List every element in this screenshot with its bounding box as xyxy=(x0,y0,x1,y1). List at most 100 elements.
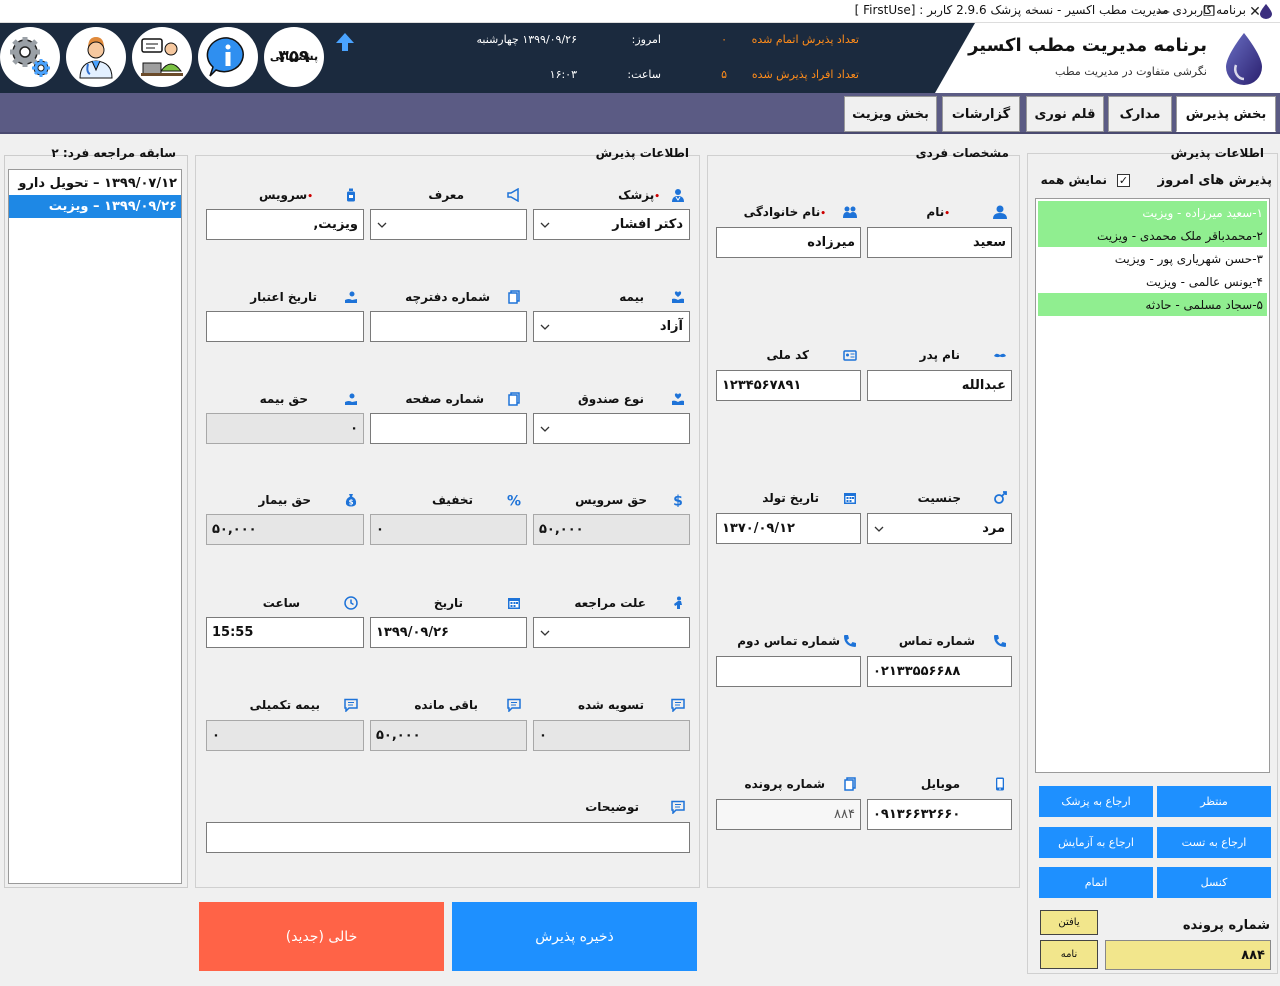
first-name-label: •نام xyxy=(926,205,950,219)
today-receptions-label: پذیرش های امروز xyxy=(1157,173,1272,188)
reception-list-item[interactable]: ۴-یونس عالمی - ویزیت xyxy=(1038,270,1267,293)
save-reception-button[interactable]: ذخیره پذیرش xyxy=(452,902,697,971)
last-name-field[interactable]: میرزاده xyxy=(716,227,861,258)
doctor-small-icon xyxy=(672,189,684,202)
phone2-label: شماره تماس دوم xyxy=(737,634,840,648)
date-field[interactable]: ۱۳۹۹/۰۹/۲۶ xyxy=(370,617,527,648)
doctor-profile-button[interactable] xyxy=(66,27,126,87)
mobile-label: موبایل xyxy=(920,777,960,791)
tab-reception[interactable]: بخش پذیرش xyxy=(1176,96,1276,132)
file-number-label: شماره پرونده xyxy=(744,777,825,791)
comment-icon xyxy=(671,698,685,712)
brand-area: برنامه مدیریت مطب اکسیر نگرشی متفاوت در … xyxy=(935,23,1280,93)
finish-reception-button[interactable]: اتمام xyxy=(1039,867,1153,898)
consultation-button[interactable] xyxy=(132,27,192,87)
discount-field: ۰ xyxy=(370,514,527,545)
fund-type-select[interactable] xyxy=(533,413,690,444)
info-icon xyxy=(206,37,244,77)
refer-to-doctor-button[interactable]: ارجاع به پزشک xyxy=(1039,786,1153,817)
show-all-checkbox[interactable]: ✓ xyxy=(1117,174,1130,187)
first-name-field[interactable]: سعید xyxy=(867,227,1012,258)
page-number-field[interactable] xyxy=(370,413,527,444)
insurance-label: بیمه xyxy=(619,290,644,304)
remaining-label: باقی مانده xyxy=(414,698,478,712)
time-value: ۱۶:۰۳ xyxy=(549,68,577,81)
service-field[interactable]: ویزیت, xyxy=(206,209,364,240)
father-name-field[interactable]: عبدالله xyxy=(867,370,1012,401)
national-id-field[interactable]: ۱۲۳۴۵۶۷۸۹۱ xyxy=(716,370,861,401)
tab-reports[interactable]: گزارشات xyxy=(942,96,1020,132)
phone-field[interactable]: ۰۲۱۳۳۵۵۶۶۸۸ xyxy=(867,656,1012,687)
user-hand-icon xyxy=(345,393,357,405)
tab-documents[interactable]: مدارک xyxy=(1108,96,1172,132)
history-list-item[interactable]: ۱۳۹۹/۰۷/۱۲ – تحویل دارو xyxy=(9,172,181,195)
insurance-share-label: حق بیمه xyxy=(259,392,308,406)
refer-to-lab-button[interactable]: ارجاع به آزمایش xyxy=(1039,827,1153,858)
find-button[interactable]: یافتن xyxy=(1040,910,1098,935)
validity-date-field[interactable] xyxy=(206,311,364,342)
file-number-search-label: شماره پرونده xyxy=(1182,918,1270,933)
clear-new-button[interactable]: خالی (جدید) xyxy=(199,902,444,971)
time-field[interactable]: 15:55 xyxy=(206,617,364,648)
letter-button[interactable]: نامه xyxy=(1040,940,1098,969)
time-field-label: ساعت xyxy=(262,596,300,610)
patient-share-field: ۵۰,۰۰۰ xyxy=(206,514,364,545)
visit-reason-select[interactable] xyxy=(533,617,690,648)
reception-list-item[interactable]: ۳-حسن شهریاری پور - ویزیت xyxy=(1038,247,1267,270)
notes-label: توضیحات xyxy=(585,800,639,814)
waiting-button[interactable]: منتظر xyxy=(1157,786,1271,817)
reception-list-item[interactable]: ۲-محمدباقر ملک محمدی - ویزیت xyxy=(1038,224,1267,247)
admitted-count-label: تعداد افراد پذیرش شده xyxy=(751,68,859,81)
admitted-count-value: ۵ xyxy=(721,68,727,81)
referrer-select[interactable] xyxy=(370,209,527,240)
gender-label: جنسیت xyxy=(917,491,961,505)
copy-icon xyxy=(508,392,520,406)
tab-light-pen[interactable]: قلم نوری xyxy=(1026,96,1104,132)
remaining-field: ۵۰,۰۰۰ xyxy=(370,720,527,751)
booklet-number-field[interactable] xyxy=(370,311,527,342)
admission-info-title: اطلاعات پذیرش xyxy=(595,146,689,160)
birth-date-field[interactable]: ۱۳۷۰/۰۹/۱۲ xyxy=(716,513,861,544)
info-button[interactable] xyxy=(198,27,258,87)
cancel-reception-button[interactable]: کنسل xyxy=(1157,867,1271,898)
history-list[interactable]: ۱۳۹۹/۰۷/۱۲ – تحویل دارو ۱۳۹۹/۰۹/۲۶ – ویزی… xyxy=(8,169,182,884)
father-name-label: نام پدر xyxy=(919,348,960,362)
service-fee-label: حق سرویس xyxy=(575,493,647,507)
notes-field[interactable] xyxy=(206,822,690,853)
reception-list-item[interactable]: ۵-سجاد مسلمی - حادثه xyxy=(1038,293,1267,316)
chevron-down-icon xyxy=(540,324,550,330)
reception-list[interactable]: ۱-سعید میرزاده - ویزیت ۲-محمدباقر ملک محم… xyxy=(1035,198,1270,773)
close-button[interactable]: ✕ xyxy=(1232,0,1278,23)
phone-icon xyxy=(994,635,1006,647)
personal-info-title: مشخصات فردی xyxy=(915,146,1009,160)
phone2-field[interactable] xyxy=(716,656,861,687)
service-fee-field: ۵۰,۰۰۰ xyxy=(533,514,690,545)
hand-heart-icon xyxy=(672,393,684,405)
tab-visit[interactable]: بخش ویزیت xyxy=(844,96,937,132)
history-list-item[interactable]: ۱۳۹۹/۰۹/۲۶ – ویزیت xyxy=(9,195,181,218)
validity-date-label: تاریخ اعتبار xyxy=(250,290,317,304)
bottle-icon xyxy=(347,188,355,202)
visit-reason-label: علت مراجعه xyxy=(574,596,646,610)
finished-count-label: تعداد پذیرش اتمام شده xyxy=(751,33,859,46)
comment-icon xyxy=(344,698,358,712)
refer-to-test-button[interactable]: ارجاع به تست xyxy=(1157,827,1271,858)
comment-icon xyxy=(671,800,685,814)
arrow-up-icon[interactable] xyxy=(334,31,356,53)
reception-list-item[interactable]: ۱-سعید میرزاده - ویزیت xyxy=(1038,201,1267,224)
insurance-select[interactable]: آزاد xyxy=(533,311,690,342)
dollar-icon: $ xyxy=(673,494,683,508)
file-number-search-input[interactable]: ۸۸۴ xyxy=(1105,940,1271,970)
mobile-field[interactable]: ۰۹۱۳۶۶۳۲۶۶۰ xyxy=(867,799,1012,830)
support-button[interactable]: ۳۵۹ پشتیبانی xyxy=(264,27,324,87)
referrer-label: معرف xyxy=(428,188,464,202)
supplementary-insurance-label: بیمه تکمیلی xyxy=(249,698,320,712)
fund-type-label: نوع صندوق xyxy=(577,392,644,406)
maximize-button[interactable]: ❐ xyxy=(1186,0,1232,23)
minimize-button[interactable]: — xyxy=(1140,0,1186,23)
settings-button[interactable] xyxy=(0,27,60,87)
gender-select[interactable]: مرد xyxy=(867,513,1012,544)
national-id-label: کد ملی xyxy=(766,348,809,362)
money-bag-icon: $ xyxy=(345,494,357,507)
doctor-select[interactable]: دکتر افشار xyxy=(533,209,690,240)
